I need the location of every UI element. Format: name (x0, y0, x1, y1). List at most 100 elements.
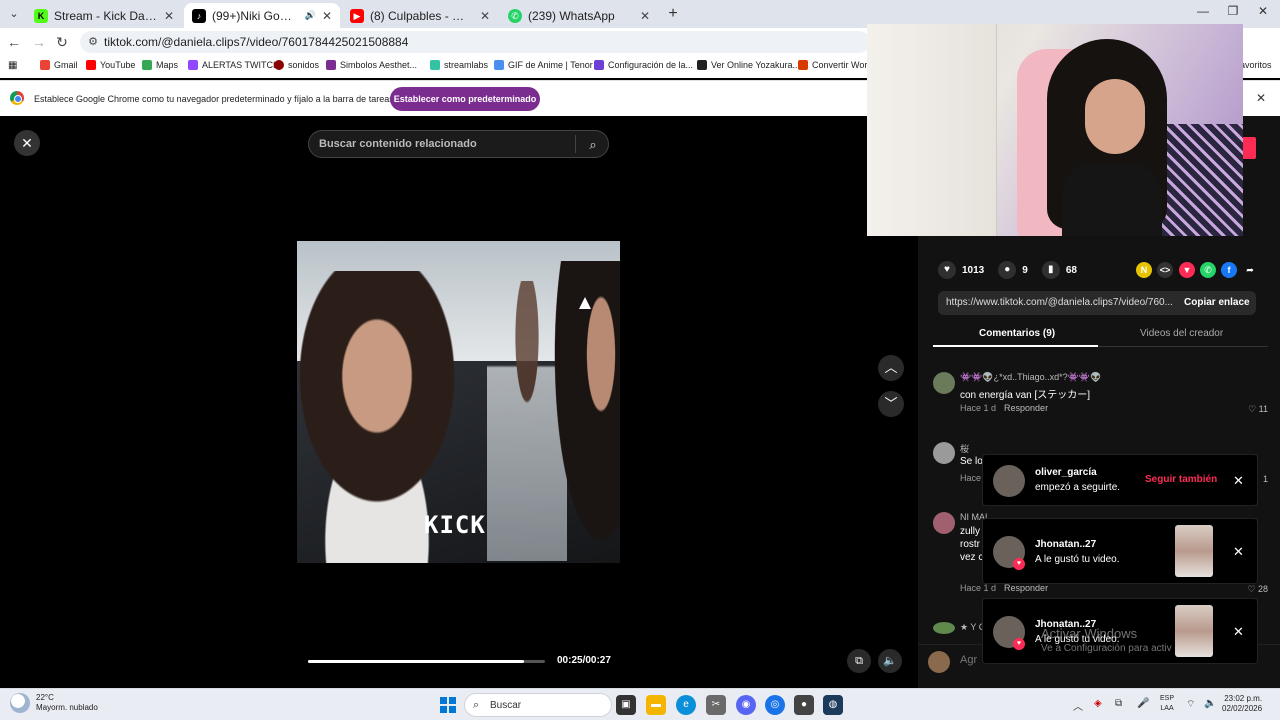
send-icon[interactable]: ▼ (1179, 262, 1195, 278)
comment-likes[interactable]: ♡ 28 (1247, 584, 1268, 595)
tab-kick-dashboard[interactable]: K Stream - Kick Dashboard ✕ (26, 3, 182, 28)
volume-icon[interactable]: 🔈 (878, 649, 902, 673)
comment-input[interactable]: Agr (960, 654, 977, 666)
app-icon[interactable]: ◍ (823, 695, 843, 715)
microphone-icon[interactable]: 🎤 (1137, 698, 1149, 709)
follow-notification[interactable]: oliver_garcía empezó a seguirte. Seguir … (982, 454, 1258, 506)
avatar[interactable] (933, 372, 955, 394)
comment-author[interactable]: 桜 (960, 442, 969, 455)
bookmark-icon[interactable]: ▮ (1041, 261, 1060, 279)
infobar-close-icon[interactable]: ✕ (1256, 91, 1266, 105)
previous-video-button[interactable]: ︿ (878, 355, 904, 381)
pip-icon[interactable]: ⧉ (847, 649, 871, 673)
share-link-text[interactable]: https://www.tiktok.com/@daniela.clips7/v… (946, 297, 1176, 308)
bookmark-sonidos[interactable]: sonidos (274, 60, 319, 70)
tab-whatsapp[interactable]: ✆ (239) WhatsApp ✕ (500, 3, 658, 28)
address-bar[interactable]: ⚙ tiktok.com/@daniela.clips7/video/76017… (80, 31, 870, 53)
like-icon[interactable]: ♥ (938, 261, 956, 279)
tab-youtube[interactable]: ▶ (8) Culpables - MTZ Manuel Tu ✕ (342, 3, 498, 28)
start-button[interactable] (440, 697, 456, 713)
related-search-input[interactable]: Buscar contenido relacionado ⌕ (308, 130, 609, 158)
embed-icon[interactable]: <> (1157, 262, 1173, 278)
facebook-icon[interactable]: f (1221, 262, 1237, 278)
close-icon[interactable]: ✕ (1233, 624, 1244, 640)
bookmark-youtube[interactable]: YouTube (86, 60, 135, 70)
bookmark-alertas-twitch[interactable]: ALERTAS TWITCH (188, 60, 280, 70)
tab-close-icon[interactable]: ✕ (640, 9, 650, 23)
volume-tray-icon[interactable]: 🔈 (1204, 698, 1216, 709)
tray-chevron-icon[interactable]: ︿ (1073, 698, 1083, 713)
forward-icon[interactable]: → (30, 33, 48, 51)
file-explorer-icon[interactable]: ▬ (646, 695, 666, 715)
next-video-button[interactable]: ﹀ (878, 391, 904, 417)
video-progress-bar[interactable] (308, 660, 545, 663)
apps-icon[interactable]: ▦ (8, 60, 17, 71)
reply-button[interactable]: Responder (1004, 583, 1048, 593)
bookmark-streamlabs[interactable]: streamlabs (430, 60, 488, 70)
close-viewer-button[interactable]: ✕ (14, 130, 40, 156)
snipping-tool-icon[interactable]: ✂ (706, 695, 726, 715)
reply-button[interactable]: Responder (1004, 403, 1048, 413)
like-notification[interactable]: ♥ Jhonatan..27 A le gustó tu video. ✕ (982, 518, 1258, 584)
reload-icon[interactable]: ↻ (53, 33, 71, 51)
back-icon[interactable]: ← (5, 33, 23, 51)
whatsapp-icon[interactable]: ✆ (1200, 262, 1216, 278)
close-icon[interactable]: ✕ (1233, 473, 1244, 489)
youtube-favicon-icon: ▶ (350, 8, 364, 23)
gif-icon (494, 60, 504, 70)
video-thumbnail[interactable] (1175, 525, 1213, 577)
all-bookmarks[interactable]: avoritos (1240, 60, 1272, 70)
maximize-button[interactable]: ❐ (1218, 4, 1248, 18)
discord-icon[interactable]: ◉ (736, 695, 756, 715)
tab-tiktok[interactable]: ♪ (99+)Niki Gomez🖤 (@nico 🔊 ✕ (184, 3, 340, 28)
follow-button[interactable] (1242, 137, 1256, 159)
speaker-icon[interactable]: 🔊 (305, 10, 316, 21)
taskbar-search[interactable]: ⌕ Buscar (464, 693, 612, 717)
video-frame[interactable]: KICK (297, 241, 620, 563)
follow-back-button[interactable]: Seguir también (1145, 474, 1217, 485)
comment-author[interactable]: 👾👾👽¿*xd..Thiago..xd*?👾👾👽 (960, 372, 1101, 383)
minimize-button[interactable]: — (1188, 4, 1218, 18)
task-view-icon[interactable]: ▣ (616, 695, 636, 715)
avatar[interactable] (933, 442, 955, 464)
network-icon[interactable]: ⧉ (1115, 698, 1122, 709)
comment-like-count[interactable]: 1 (1263, 474, 1268, 484)
close-icon[interactable]: ✕ (1233, 544, 1244, 560)
security-icon[interactable]: ◈ (1094, 698, 1102, 709)
share-arrow-icon[interactable]: ➦ (1242, 262, 1258, 278)
tab-search-button[interactable]: ⌄ (4, 4, 24, 24)
copy-link-button[interactable]: Copiar enlace (1184, 297, 1250, 308)
bookmark-gmail[interactable]: Gmail (40, 60, 78, 70)
language-indicator[interactable]: ESP LAA (1160, 694, 1174, 714)
obs-icon[interactable]: ● (794, 695, 814, 715)
comment-icon[interactable]: ● (998, 261, 1017, 279)
tab-creator-videos[interactable]: Videos del creador (1140, 328, 1223, 339)
edge-icon[interactable]: e (676, 695, 696, 715)
comment-likes[interactable]: ♡ 11 (1248, 404, 1268, 415)
tab-close-icon[interactable]: ✕ (322, 9, 332, 23)
bookmark-maps[interactable]: Maps (142, 60, 178, 70)
video-thumbnail[interactable] (1175, 605, 1213, 657)
close-window-button[interactable]: ✕ (1248, 4, 1278, 18)
clock[interactable]: 23:02 p.m. 02/02/2026 (1222, 694, 1262, 714)
bookmark-simbolos[interactable]: Simbolos Aesthet... (326, 60, 417, 70)
avatar[interactable] (933, 512, 955, 534)
tab-close-icon[interactable]: ✕ (164, 9, 174, 23)
bookmark-configuracion[interactable]: Configuración de la... (594, 60, 693, 70)
kick-watermark: KICK (424, 511, 486, 539)
wifi-icon[interactable]: ⌔ (1186, 698, 1195, 711)
coin-icon[interactable]: N (1136, 262, 1152, 278)
bookmark-yozakura[interactable]: Ver Online Yozakura... (697, 60, 800, 70)
tab-comments[interactable]: Comentarios (9) (979, 328, 1055, 339)
bookmark-gif-anime[interactable]: GIF de Anime | Tenor (494, 60, 593, 70)
avatar[interactable] (933, 622, 955, 634)
new-tab-button[interactable]: + (664, 5, 682, 23)
chrome-logo-icon (10, 91, 24, 105)
chrome-icon[interactable]: ◎ (765, 695, 785, 715)
site-info-icon[interactable]: ⚙ (86, 35, 100, 49)
bookmark-convertir-word[interactable]: Convertir Word (798, 60, 872, 70)
search-icon[interactable]: ⌕ (583, 135, 603, 155)
tab-close-icon[interactable]: ✕ (480, 9, 490, 23)
set-default-button[interactable]: Establecer como predeterminado (390, 87, 540, 111)
weather-widget[interactable]: 22°C Mayorm. nublado (10, 693, 98, 713)
